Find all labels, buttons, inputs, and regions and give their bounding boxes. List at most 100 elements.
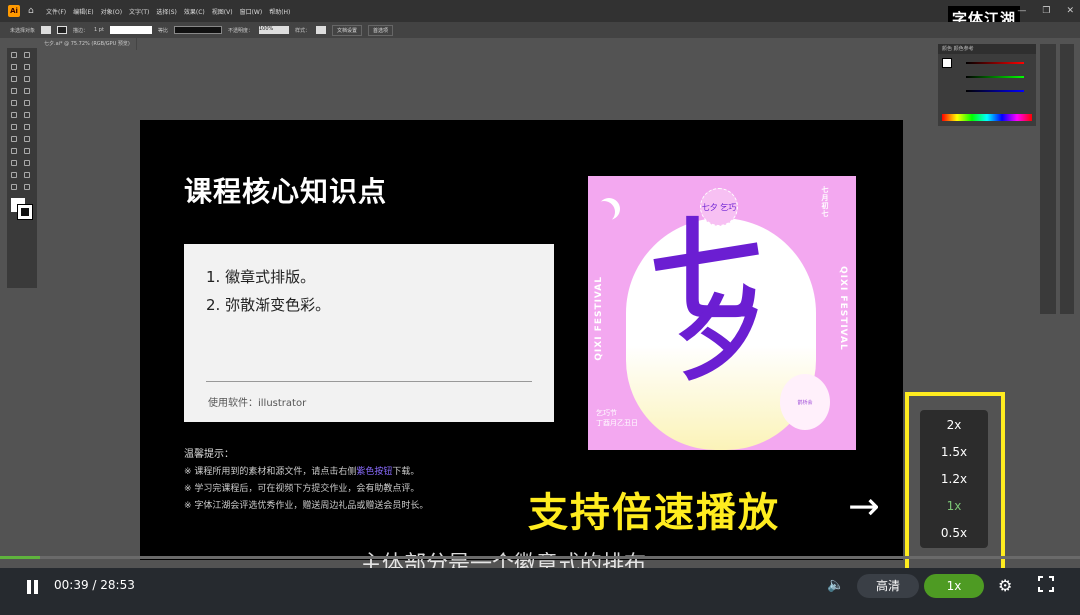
document-tab[interactable]: 七夕.ai* @ 75.72% (RGB/GPU 预览) <box>38 38 137 50</box>
rectangle-tool-icon[interactable] <box>11 88 17 94</box>
tip-line-3: ※ 字体江湖会评选优秀作业，赠送周边礼品或赠送会员时长。 <box>184 501 429 511</box>
tip-1-text: ※ 课程所用到的素材和源文件，请点击右侧 <box>184 467 357 477</box>
zoom-tool-icon[interactable] <box>24 184 30 190</box>
panel-dock-icons <box>1040 44 1056 314</box>
tips-block: 温馨提示： ※ 课程所用到的素材和源文件，请点击右侧紫色按钮下载。 ※ 学习完课… <box>184 445 428 511</box>
symbol-sprayer-tool-icon[interactable] <box>11 172 17 178</box>
progress-played[interactable] <box>0 556 40 559</box>
window-controls: — ❐ ✕ <box>1017 6 1074 16</box>
speed-option-2x[interactable]: 2x <box>920 412 988 438</box>
menu-select[interactable]: 选择(S) <box>156 9 177 16</box>
maximize-icon[interactable]: ❐ <box>1042 6 1050 16</box>
minimize-icon[interactable]: — <box>1017 6 1026 16</box>
speed-option-1-2x[interactable]: 1.2x <box>920 466 988 492</box>
blend-tool-icon[interactable] <box>24 160 30 166</box>
menu-file[interactable]: 文件(F) <box>46 9 66 16</box>
color-panel-header: 颜色 颜色参考 <box>938 44 1036 54</box>
green-slider[interactable] <box>966 76 1024 78</box>
shape-builder-tool-icon[interactable] <box>11 136 17 142</box>
gear-icon[interactable]: ⚙ <box>998 576 1012 595</box>
direct-selection-tool-icon[interactable] <box>24 52 30 58</box>
illustrator-logo: Ai <box>8 5 20 17</box>
speed-caption: 支持倍速播放 <box>528 490 780 536</box>
eyedropper-tool-icon[interactable] <box>11 160 17 166</box>
menu-view[interactable]: 视图(V) <box>212 9 233 16</box>
point-2: 2. 弥散渐变色彩。 <box>206 296 331 314</box>
color-panel: 颜色 颜色参考 <box>938 44 1036 126</box>
progress-track[interactable] <box>0 556 1080 559</box>
app-menu-bar: Ai ⌂ 文件(F) 编辑(E) 对象(O) 文字(T) 选择(S) 效果(C) 视图(V)… <box>0 0 1080 31</box>
opacity-field[interactable]: 100% <box>258 26 289 34</box>
opacity-label: 不透明度： <box>227 27 253 34</box>
document-setup-button[interactable]: 文档设置 <box>331 24 362 36</box>
stroke-swatch[interactable] <box>57 26 68 34</box>
control-bar: 未选择对象 描边： 1 pt 等比 不透明度： 100% 样式： 文档设置 首选… <box>0 22 1080 38</box>
tip-1-tail: 下载。 <box>392 467 420 477</box>
gradient-tool-icon[interactable] <box>24 148 30 154</box>
brush-tool-icon[interactable] <box>24 88 30 94</box>
menu-list: 文件(F) 编辑(E) 对象(O) 文字(T) 选择(S) 效果(C) 视图(V) 窗口(W)… <box>46 7 297 16</box>
selection-tool-icon[interactable] <box>11 52 17 58</box>
menu-help[interactable]: 帮助(H) <box>269 9 290 16</box>
poster-bottom-left: 乞巧节 丁酉月乙丑日 <box>596 409 638 427</box>
menu-object[interactable]: 对象(O) <box>101 9 122 16</box>
eraser-tool-icon[interactable] <box>24 100 30 106</box>
tip-1-highlight: 紫色按钮 <box>356 467 393 477</box>
video-frame: Ai ⌂ 文件(F) 编辑(E) 对象(O) 文字(T) 选择(S) 效果(C) 视图(V)… <box>0 0 1080 615</box>
moon-icon <box>598 198 620 220</box>
pencil-tool-icon[interactable] <box>11 100 17 106</box>
poster-side-left: QIXI FESTIVAL <box>594 276 604 361</box>
selection-status: 未选择对象 <box>10 27 36 34</box>
preferences-button[interactable]: 首选项 <box>368 24 394 36</box>
qixi-poster: 七夕 乞巧 七 夕 QIXI FESTIVAL QIXI FESTIVAL 七月… <box>588 176 856 450</box>
type-tool-icon[interactable] <box>11 76 17 82</box>
free-transform-tool-icon[interactable] <box>24 124 30 130</box>
perspective-tool-icon[interactable] <box>24 136 30 142</box>
fullscreen-icon[interactable] <box>1038 576 1054 592</box>
style-swatch[interactable] <box>315 26 326 34</box>
brush-preview[interactable] <box>173 26 222 34</box>
curvature-tool-icon[interactable] <box>24 64 30 70</box>
poster-char-xi: 夕 <box>674 286 767 393</box>
warp-tool-icon[interactable] <box>11 124 17 130</box>
menu-type[interactable]: 文字(T) <box>129 9 149 16</box>
tips-title: 温馨提示： <box>184 449 234 460</box>
poster-stamp: 鹊桥会 <box>780 374 830 430</box>
poster-top-right: 七月初七 <box>821 186 829 218</box>
slide-title: 课程核心知识点 <box>184 175 388 208</box>
stroke-color-icon[interactable] <box>17 204 33 220</box>
menu-effect[interactable]: 效果(C) <box>184 9 205 16</box>
speed-menu: 2x 1.5x 1.2x 1x 0.5x <box>920 410 988 548</box>
time-display: 00:39 / 28:53 <box>54 578 135 592</box>
speed-option-0-5x[interactable]: 0.5x <box>920 520 988 546</box>
panel-fill-swatch[interactable] <box>942 58 952 68</box>
volume-icon[interactable]: 🔈 <box>827 577 844 593</box>
blue-slider[interactable] <box>966 90 1024 92</box>
stroke-profile[interactable] <box>109 26 152 34</box>
hand-tool-icon[interactable] <box>11 184 17 190</box>
red-slider[interactable] <box>966 62 1024 64</box>
graph-tool-icon[interactable] <box>24 172 30 178</box>
menu-window[interactable]: 窗口(W) <box>240 9 263 16</box>
scale-tool-icon[interactable] <box>24 112 30 118</box>
speed-option-1x[interactable]: 1x <box>920 493 988 519</box>
speed-button[interactable]: 1x <box>924 574 984 598</box>
color-spectrum[interactable] <box>942 114 1032 121</box>
fill-swatch[interactable] <box>41 26 52 34</box>
quality-button[interactable]: 高清 <box>857 574 919 598</box>
menu-edit[interactable]: 编辑(E) <box>73 9 93 16</box>
close-icon[interactable]: ✕ <box>1066 6 1074 16</box>
arrow-right-icon: → <box>848 484 880 528</box>
tools-panel <box>7 48 37 288</box>
pause-icon[interactable] <box>26 580 40 594</box>
pen-tool-icon[interactable] <box>11 64 17 70</box>
stroke-weight[interactable]: 1 pt <box>94 27 104 33</box>
tip-line-1: ※ 课程所用到的素材和源文件，请点击右侧紫色按钮下载。 <box>184 464 428 477</box>
speed-option-1-5x[interactable]: 1.5x <box>920 439 988 465</box>
style-label: 样式： <box>294 27 310 34</box>
mesh-tool-icon[interactable] <box>11 148 17 154</box>
rotate-tool-icon[interactable] <box>11 112 17 118</box>
home-icon[interactable]: ⌂ <box>28 6 38 16</box>
line-tool-icon[interactable] <box>24 76 30 82</box>
tip-line-2: ※ 学习完课程后，可在视频下方提交作业，会有助教点评。 <box>184 484 420 494</box>
